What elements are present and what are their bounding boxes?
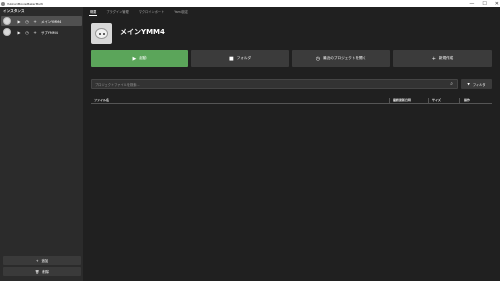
- trash-icon: 🗑: [34, 269, 40, 274]
- clock-icon: ◷: [315, 55, 321, 62]
- launch-button[interactable]: ▶ 起動: [91, 50, 188, 67]
- window-controls: — ☐ ✕: [469, 0, 499, 7]
- delete-instance-label: 削除: [42, 270, 50, 274]
- plus-icon: +: [35, 258, 39, 263]
- window-title: YukkuriMovieMakerMulti: [7, 1, 44, 6]
- tab-overview[interactable]: 概要: [86, 7, 100, 16]
- new-project-button[interactable]: + 新規作成: [393, 50, 492, 67]
- filter-button[interactable]: ▼ フィルタ: [461, 79, 492, 89]
- instance-item-main[interactable]: ▶ ◷ + メインYMM4: [1, 16, 82, 26]
- tab-yaml-settings[interactable]: Yaml設定: [170, 7, 192, 16]
- plus-icon: +: [431, 55, 436, 62]
- instance-label: メインYMM4: [41, 19, 62, 24]
- play-icon[interactable]: ▶: [15, 19, 23, 24]
- maximize-icon[interactable]: ☐: [482, 1, 486, 7]
- launch-label: 起動: [139, 56, 147, 60]
- instance-title: メインYMM4: [120, 28, 165, 36]
- play-icon: ▶: [132, 55, 137, 62]
- close-icon[interactable]: ✕: [495, 1, 499, 7]
- plus-icon[interactable]: +: [31, 19, 39, 24]
- sidebar: インスタンス ▶ ◷ + メインYMM4 ▶ ◷ + サブYMM4 + 追加 🗑…: [0, 7, 83, 281]
- folder-label: フォルダ: [236, 56, 252, 60]
- instance-logo: [91, 23, 112, 44]
- tab-plugins[interactable]: プラグイン管理: [102, 7, 132, 16]
- new-project-label: 新規作成: [438, 56, 454, 60]
- instance-label: サブYMM4: [41, 30, 58, 35]
- delete-instance-button[interactable]: 🗑 削除: [3, 267, 81, 276]
- character-face-icon: [95, 28, 108, 39]
- app-icon: [1, 1, 5, 6]
- tab-bar: 概要 プラグイン管理 マクロインポート Yaml設定: [84, 7, 500, 16]
- column-header-modified[interactable]: 最終更新日時: [393, 98, 411, 102]
- recent-projects-label: 最近のプロジェクトを開く: [323, 56, 367, 60]
- sidebar-header: インスタンス: [3, 9, 25, 13]
- folder-button[interactable]: ■ フォルダ: [191, 50, 289, 67]
- plus-icon[interactable]: +: [31, 30, 39, 35]
- column-header-size[interactable]: サイズ: [432, 98, 441, 102]
- clock-icon[interactable]: ◷: [23, 30, 31, 35]
- search-icon[interactable]: ⌕: [450, 81, 453, 87]
- clock-icon[interactable]: ◷: [23, 19, 31, 24]
- add-instance-label: 追加: [41, 259, 49, 263]
- filter-icon: ▼: [467, 82, 470, 86]
- folder-icon: ■: [228, 55, 234, 62]
- title-bar: YukkuriMovieMakerMulti — ☐ ✕: [0, 0, 500, 7]
- column-header-filename[interactable]: ファイル名: [94, 98, 109, 102]
- avatar: [3, 28, 11, 36]
- minimize-icon[interactable]: —: [469, 1, 474, 7]
- column-header-actions[interactable]: 操作: [464, 98, 470, 102]
- filter-label: フィルタ: [472, 82, 486, 87]
- search-input[interactable]: プロジェクトファイルを検索... ⌕: [91, 79, 458, 89]
- instance-item-sub[interactable]: ▶ ◷ + サブYMM4: [1, 27, 82, 37]
- play-icon[interactable]: ▶: [15, 30, 23, 35]
- table-header: ファイル名 最終更新日時 サイズ 操作: [91, 97, 492, 104]
- avatar: [3, 17, 11, 25]
- main-panel: 概要 プラグイン管理 マクロインポート Yaml設定 メインYMM4 ▶ 起動 …: [84, 7, 500, 281]
- search-placeholder: プロジェクトファイルを検索...: [95, 82, 140, 87]
- add-instance-button[interactable]: + 追加: [3, 256, 81, 265]
- recent-projects-button[interactable]: ◷ 最近のプロジェクトを開く: [292, 50, 390, 67]
- tab-macro-import[interactable]: マクロインポート: [135, 7, 169, 16]
